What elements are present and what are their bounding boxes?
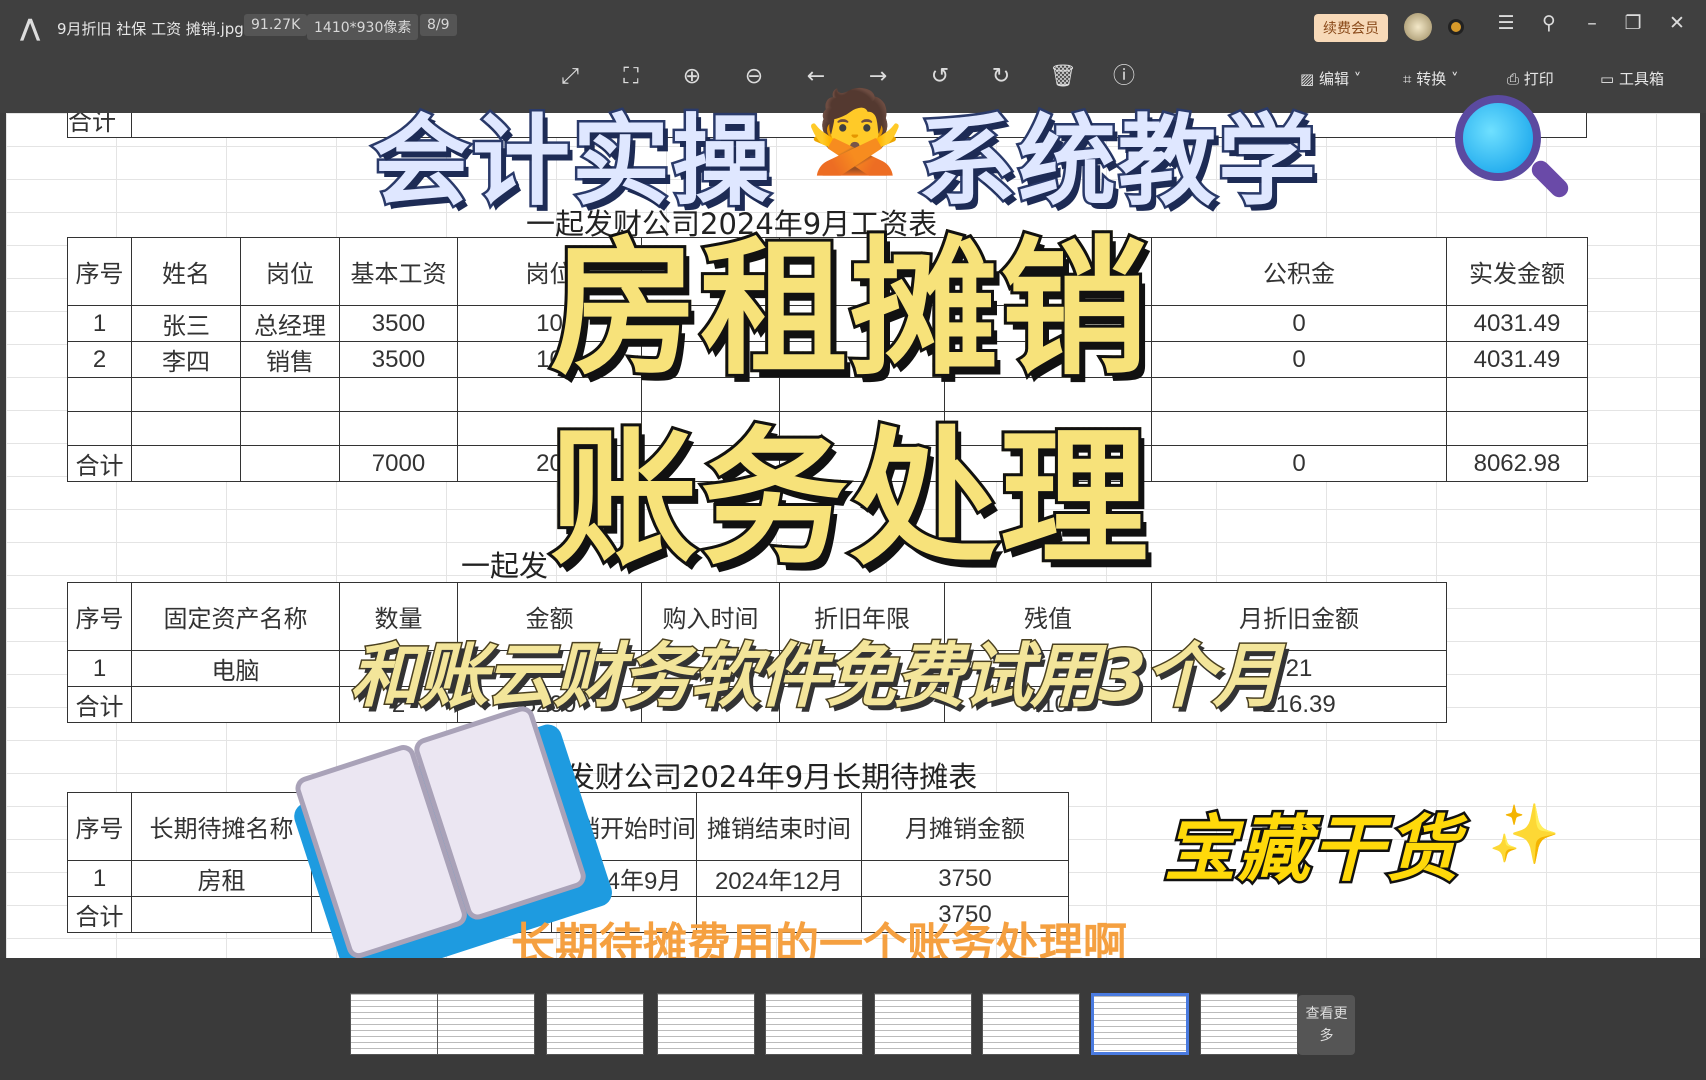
table-cell: 1 xyxy=(67,305,132,342)
table-cell xyxy=(67,377,132,412)
overlay-main-title-1: 房租摊销 xyxy=(547,223,1151,395)
dimensions-badge: 1410*930像素 xyxy=(307,14,419,40)
table-cell: 合计 xyxy=(67,445,132,482)
thumbnail[interactable] xyxy=(1091,993,1189,1055)
table-cell: 总经理 xyxy=(240,305,340,342)
file-name: 9月折旧 社保 工资 摊销.jpg xyxy=(57,20,244,38)
table-cell: 实发金额 xyxy=(1446,237,1588,306)
table-cell: 4031.49 xyxy=(1446,305,1588,342)
table-cell: 房租 xyxy=(131,860,312,897)
table-cell xyxy=(1446,411,1588,446)
print-label: 打印 xyxy=(1523,70,1554,88)
table-cell xyxy=(131,896,312,933)
coin-icon[interactable] xyxy=(1448,19,1464,35)
table-cell: 月摊销金额 xyxy=(861,792,1069,861)
toolbox-label: 工具箱 xyxy=(1618,70,1664,88)
table-cell: 固定资产名称 xyxy=(131,582,340,651)
convert-menu[interactable]: ⌗ 转换 ˅ xyxy=(1403,68,1459,89)
view-more-button[interactable]: 查看更多 xyxy=(1298,995,1355,1055)
table-cell: 2 xyxy=(67,341,132,378)
thumbnail[interactable] xyxy=(350,993,448,1055)
table-cell: 李四 xyxy=(131,341,241,378)
table-cell: 序号 xyxy=(67,237,132,306)
file-size-badge: 91.27K xyxy=(244,14,308,36)
magnifier-icon xyxy=(1455,95,1541,181)
overlay-tag: 宝藏干货 xyxy=(1161,805,1461,894)
table-cell: 3500 xyxy=(339,305,458,342)
amortization-table-title: 发财公司2024年9月长期待摊表 xyxy=(566,760,978,794)
table-cell xyxy=(131,377,241,412)
printer-icon: ⎙ xyxy=(1507,70,1524,88)
thumbnail[interactable] xyxy=(874,993,972,1055)
depreciation-table-title: 一起发 xyxy=(461,549,549,583)
thumbnail[interactable] xyxy=(1200,993,1298,1055)
table-cell xyxy=(240,377,340,412)
renew-membership-button[interactable]: 续费会员 xyxy=(1314,14,1388,42)
crop-icon: ⌗ xyxy=(1403,70,1417,88)
person-emoji-icon: 🙅 xyxy=(805,85,905,178)
table-cell xyxy=(1151,411,1447,446)
table-cell xyxy=(131,411,241,446)
table-cell: 张三 xyxy=(131,305,241,342)
thumbnail[interactable] xyxy=(765,993,863,1055)
table-cell: 8062.98 xyxy=(1446,445,1588,482)
table-cell: 4031.49 xyxy=(1446,341,1588,378)
app-logo-icon: ⋀ xyxy=(20,14,41,42)
convert-label: 转换 xyxy=(1416,70,1447,88)
table-cell: 0 xyxy=(1151,341,1447,378)
table-cell: 1 xyxy=(67,650,132,687)
thumbnail[interactable] xyxy=(982,993,1080,1055)
close-icon[interactable]: ✕ xyxy=(1663,12,1691,34)
table-cell: 序号 xyxy=(67,582,132,651)
toolbox-icon: ▭ xyxy=(1600,70,1619,88)
overlay-title-left: 会计实操 xyxy=(369,103,773,222)
table-cell xyxy=(131,445,241,482)
table-cell: 3750 xyxy=(861,860,1069,897)
table-cell: 摊销结束时间 xyxy=(696,792,862,861)
pin-icon[interactable]: ⚲ xyxy=(1535,12,1563,34)
table-cell xyxy=(67,411,132,446)
table-cell: 销售 xyxy=(240,341,340,378)
table-cell: 2024年12月 xyxy=(696,860,862,897)
table-cell: 基本工资 xyxy=(339,237,458,306)
menu-icon[interactable]: ☰ xyxy=(1492,12,1520,34)
table-cell: 0 xyxy=(1151,445,1447,482)
cell: 合计 xyxy=(67,113,132,138)
thumbnail[interactable] xyxy=(546,993,644,1055)
table-cell: 姓名 xyxy=(131,237,241,306)
table-cell: 岗位 xyxy=(240,237,340,306)
table-cell xyxy=(339,411,458,446)
thumbnail[interactable] xyxy=(657,993,755,1055)
table-cell: 0 xyxy=(1151,305,1447,342)
table-cell: 3500 xyxy=(339,341,458,378)
sparkle-icon: ✨ xyxy=(1488,800,1561,868)
minimize-icon[interactable]: – xyxy=(1578,12,1606,34)
table-cell: 7000 xyxy=(339,445,458,482)
table-cell xyxy=(339,377,458,412)
edit-label: 编辑 xyxy=(1318,70,1349,88)
title-bar: ⋀ 9月折旧 社保 工资 摊销.jpg 91.27K 1410*930像素 8/… xyxy=(0,0,1706,56)
toolbox-button[interactable]: ▭ 工具箱 xyxy=(1600,68,1664,89)
table-cell xyxy=(131,686,340,723)
table-cell xyxy=(240,445,340,482)
overlay-title-right: 系统教学 xyxy=(915,103,1319,222)
page-counter-badge: 8/9 xyxy=(420,14,457,36)
table-cell: 合计 xyxy=(67,896,132,933)
table-cell xyxy=(240,411,340,446)
restore-icon[interactable]: ❐ xyxy=(1619,12,1647,34)
table-cell: 电脑 xyxy=(131,650,340,687)
table-cell: 合计 xyxy=(67,686,132,723)
overlay-main-title-2: 账务处理 xyxy=(547,413,1151,585)
table-cell: 序号 xyxy=(67,792,132,861)
table-cell xyxy=(1446,377,1588,412)
table-cell: 1 xyxy=(67,860,132,897)
thumbnail[interactable] xyxy=(437,993,535,1055)
table-cell: 公积金 xyxy=(1151,237,1447,306)
avatar[interactable] xyxy=(1404,13,1432,41)
table-cell xyxy=(1151,377,1447,412)
print-button[interactable]: ⎙ 打印 xyxy=(1507,68,1554,89)
